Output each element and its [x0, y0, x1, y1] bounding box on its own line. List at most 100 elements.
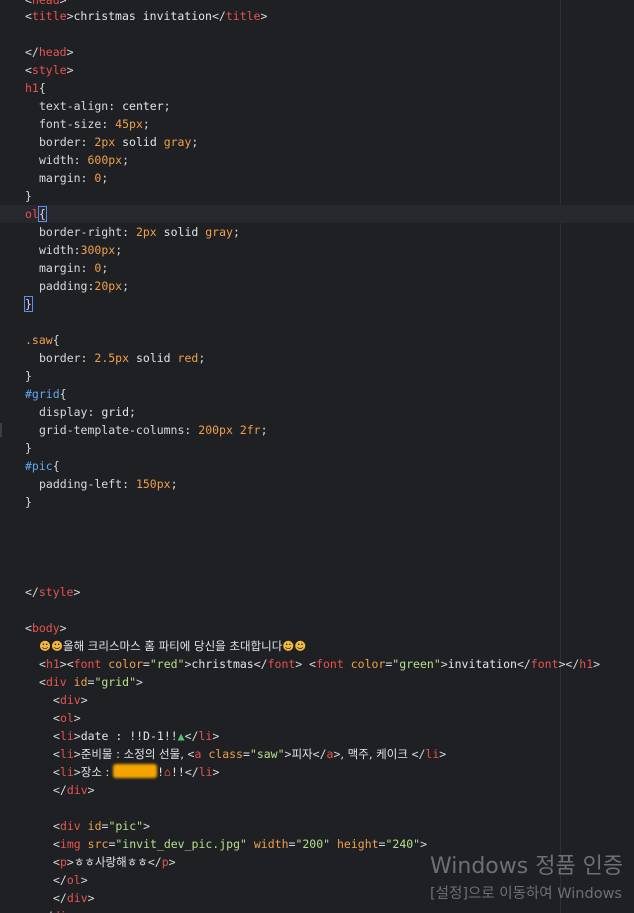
code-line[interactable]: <li>준비물 : 소정의 선물, <a class="saw">피자</a>,… [0, 745, 634, 763]
css-value: solid [135, 351, 171, 365]
tag: li [59, 747, 74, 761]
christmas-tree-icon: ▲ [177, 729, 185, 743]
code-line[interactable]: text-align: center; [0, 97, 634, 115]
attribute-value: "200" [295, 837, 331, 851]
code-line[interactable]: } [0, 367, 634, 385]
tag: ol [66, 873, 81, 887]
code-line[interactable]: </div> [0, 781, 634, 799]
code-line[interactable]: <title>christmas invitation</title> [0, 7, 634, 25]
code-line[interactable]: ☻☻올해 크리스마스 홈 파티에 당신을 초대합니다☻☻ [0, 637, 634, 655]
code-line[interactable]: </head> [0, 43, 634, 61]
code-line[interactable]: margin: 0; [0, 259, 634, 277]
code-line[interactable]: padding:20px; [0, 277, 634, 295]
css-property: width [39, 243, 74, 257]
code-editor[interactable]: <head> <title>christmas invitation</titl… [0, 0, 634, 913]
css-property: text-align [39, 99, 109, 113]
code-line[interactable]: border: 2px solid gray; [0, 133, 634, 151]
css-value: gray [163, 135, 192, 149]
text: ㅎㅎ사랑해ㅎㅎ [73, 855, 148, 869]
code-line[interactable]: </div> [0, 907, 634, 913]
code-line[interactable]: width: 600px; [0, 151, 634, 169]
code-line[interactable]: <div id="pic"> [0, 817, 634, 835]
title-text: christmas invitation [73, 9, 212, 23]
code-line[interactable]: <style> [0, 61, 634, 79]
code-line[interactable]: <div id="grid"> [0, 673, 634, 691]
text: 장소 : [80, 765, 114, 779]
code-line[interactable]: border: 2.5px solid red; [0, 349, 634, 367]
code-line[interactable]: #pic{ [0, 457, 634, 475]
matching-bracket: } [24, 296, 33, 312]
code-line[interactable]: } [0, 493, 634, 511]
heading-text: 올해 크리스마스 홈 파티에 당신을 초대합니다 [62, 639, 283, 653]
tag: font [73, 657, 102, 671]
code-line[interactable]: font-size: 45px; [0, 115, 634, 133]
code-line[interactable]: margin: 0; [0, 169, 634, 187]
css-selector: #grid [25, 387, 60, 401]
face-emoji-icon: ☻☻ [282, 639, 307, 653]
css-property: padding [39, 279, 88, 293]
css-property: grid-template-columns [39, 423, 185, 437]
css-value: 2fr [239, 423, 261, 437]
tag: li [198, 765, 213, 779]
code-line[interactable]: <body> [0, 619, 634, 637]
text: invitation [447, 657, 517, 671]
text: !! [170, 765, 185, 779]
tag: font [267, 657, 296, 671]
code-line[interactable]: border-right: 2px solid gray; [0, 223, 634, 241]
code-line[interactable]: .saw{ [0, 331, 634, 349]
attribute-value: "saw" [249, 747, 285, 761]
code-line[interactable]: <div> [0, 691, 634, 709]
code-line[interactable]: #grid{ [0, 385, 634, 403]
code-line[interactable]: <h1><font color="red">christmas</font> <… [0, 655, 634, 673]
text: 준비물 : 소정의 선물, [80, 747, 188, 761]
current-code-line[interactable]: ol{ [0, 205, 634, 223]
code-line[interactable]: } [0, 295, 634, 313]
tag: div [59, 819, 81, 833]
tag: li [59, 765, 74, 779]
windows-activation-title: Windows 정품 인증 [430, 854, 624, 879]
css-value: 2px [135, 225, 157, 239]
css-value: 2px [94, 135, 116, 149]
attribute-value: "red" [149, 657, 185, 671]
tag: h1 [45, 657, 60, 671]
css-value: 300px [80, 243, 116, 257]
css-value: 20px [94, 279, 123, 293]
css-value: center [122, 99, 164, 113]
gutter-marker [0, 423, 2, 437]
code-line[interactable]: } [0, 187, 634, 205]
tag: font [530, 657, 559, 671]
code-line[interactable]: </style> [0, 583, 634, 601]
text: 피자 [291, 747, 313, 761]
css-property: margin [39, 261, 81, 275]
text: , 맥주, 케이크 [340, 747, 412, 761]
code-line[interactable]: } [0, 439, 634, 457]
css-property: font-size [39, 117, 102, 131]
tag: li [198, 729, 213, 743]
tag: font [316, 657, 344, 671]
redacted-block [113, 764, 158, 778]
code-line[interactable]: display: grid; [0, 403, 634, 421]
tag: li [59, 729, 74, 743]
tag: div [45, 675, 67, 689]
css-property: padding-left [39, 477, 123, 491]
house-emoji-icon: ⌂ [164, 765, 171, 779]
css-property: border [39, 351, 81, 365]
code-line[interactable]: <li>장소 : !⌂!!</li> [0, 763, 634, 781]
attribute: id [87, 819, 102, 833]
tag: div [66, 783, 88, 797]
text: date : !!D-1!! [80, 729, 178, 743]
code-line[interactable]: padding-left: 150px; [0, 475, 634, 493]
code-line[interactable]: h1{ [0, 79, 634, 97]
css-value: solid [122, 135, 157, 149]
css-selector: h1 [25, 81, 39, 95]
css-property: border-right [39, 225, 123, 239]
code-line[interactable]: grid-template-columns: 200px 2fr; [0, 421, 634, 439]
tag: div [59, 693, 81, 707]
tag: li [425, 747, 440, 761]
css-value: red [177, 351, 199, 365]
windows-activation-subtitle: [설정]으로 이동하여 Windows [430, 886, 622, 902]
code-line[interactable]: <ol> [0, 709, 634, 727]
attribute: width [253, 837, 289, 851]
code-line[interactable]: <li>date : !!D-1!!▲</li> [0, 727, 634, 745]
code-line[interactable]: width:300px; [0, 241, 634, 259]
